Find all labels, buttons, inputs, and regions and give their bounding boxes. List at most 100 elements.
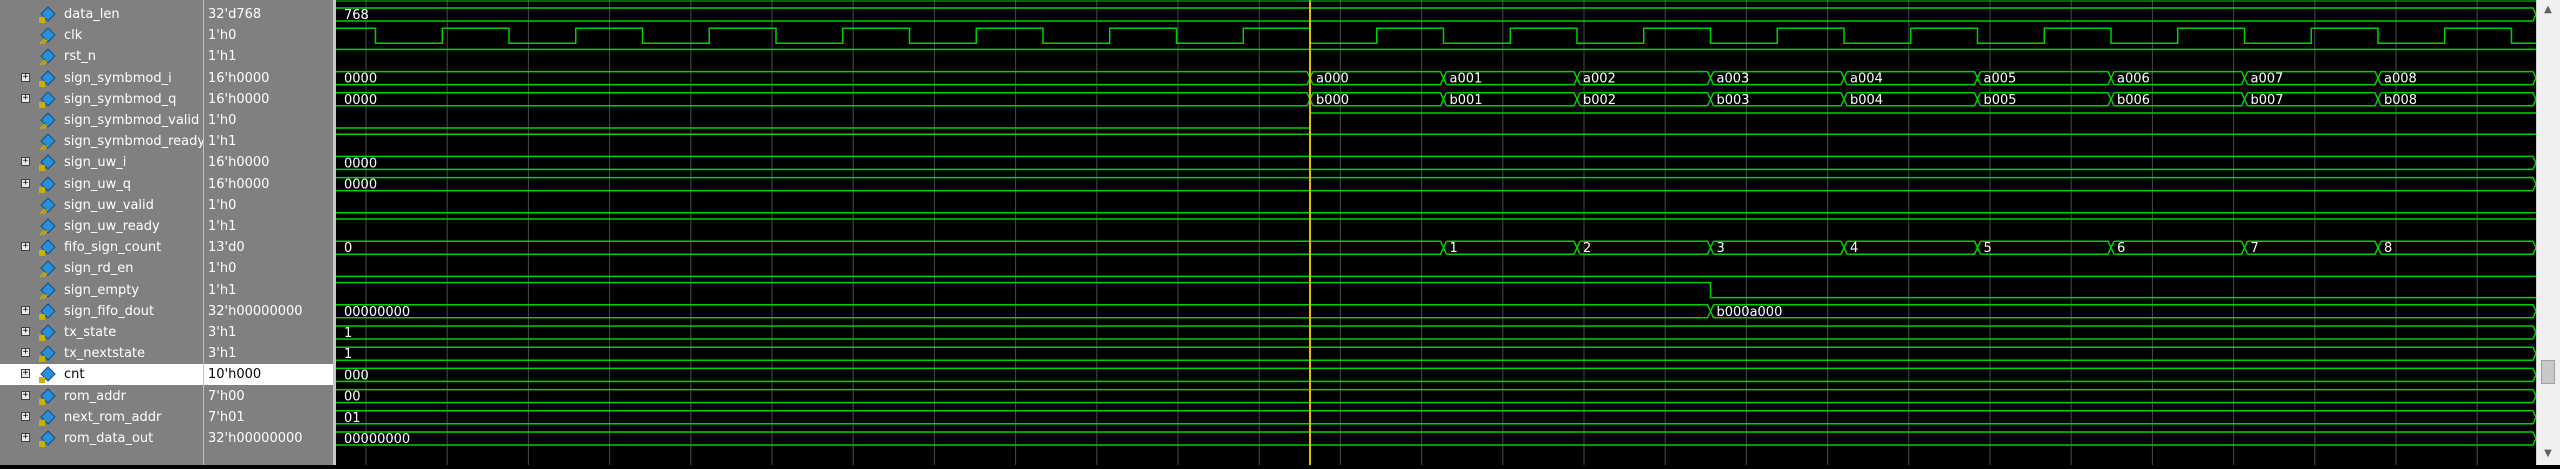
signal-row-next-rom-addr[interactable]: + next_rom_addr <box>0 407 203 428</box>
bit-signal-icon <box>39 281 58 300</box>
wave-label: 5 <box>1984 241 1992 256</box>
expand-icon[interactable]: + <box>21 348 30 358</box>
expand-icon[interactable]: + <box>21 305 30 315</box>
signal-row-clk[interactable]: clk <box>0 25 203 46</box>
bit-signal-icon <box>39 217 58 236</box>
signal-row-sign-uw-q[interactable]: + sign_uw_q <box>0 174 203 195</box>
wave-label: b003 <box>1717 93 1750 108</box>
wave-label: a003 <box>1717 72 1750 87</box>
signal-row-fifo-sign-count[interactable]: + fifo_sign_count <box>0 237 203 258</box>
wave-data-len[interactable]: 768 <box>336 7 2537 23</box>
signal-row-data-len[interactable]: data_len <box>0 4 203 25</box>
signal-row-rom-addr[interactable]: + rom_addr <box>0 386 203 407</box>
signal-name: sign_uw_ready <box>64 219 160 234</box>
wave-rom-addr[interactable]: 00 <box>336 388 2537 405</box>
signal-row-sign-uw-ready[interactable]: sign_uw_ready <box>0 216 203 237</box>
signal-value: 1'h1 <box>208 219 237 234</box>
expand-icon[interactable]: + <box>21 390 30 400</box>
wave-next-rom-addr[interactable]: 01 <box>336 410 2537 426</box>
signal-row-sign-symbmod-i[interactable]: + sign_symbmod_i <box>0 68 203 89</box>
scroll-thumb[interactable] <box>2541 360 2555 384</box>
wave-label: a002 <box>1583 72 1616 87</box>
signal-row-sign-symbmod-valid[interactable]: sign_symbmod_valid <box>0 110 203 131</box>
wave-label: a006 <box>2117 72 2150 87</box>
signal-value: 3'h1 <box>208 346 237 362</box>
signal-value: 16'h0000 <box>208 155 270 171</box>
wave-sign-symbmod-i[interactable]: 0000 a000 a001 a002 a003 a004 a005 a006 a007 a008 <box>336 70 2537 87</box>
expand-icon[interactable]: + <box>21 433 30 442</box>
wave-label: a004 <box>1850 72 1883 87</box>
wave-label: 01 <box>344 411 361 426</box>
signal-row-sign-fifo-dout[interactable]: + sign_fifo_dout <box>0 301 203 322</box>
signal-name: sign_symbmod_ready <box>64 134 206 150</box>
bus-signal-icon <box>39 408 58 427</box>
wave-sign-fifo-dout[interactable]: 00000000 b000a000 <box>336 304 2537 320</box>
signal-value: 16'h0000 <box>208 91 270 107</box>
expand-icon[interactable]: + <box>21 411 30 421</box>
signal-row-rst-n[interactable]: rst_n <box>0 46 203 67</box>
signal-name: sign_empty <box>64 282 140 298</box>
waveform-pane[interactable]: 768 0000 a000 a001 a002 a003 a004 a005 a006 a007 a… <box>336 0 2537 465</box>
wave-label: b008 <box>2384 93 2417 108</box>
wave-tx-state[interactable]: 1 <box>336 325 2537 341</box>
signal-row-sign-symbmod-ready[interactable]: sign_symbmod_ready <box>0 131 206 152</box>
signal-row-sign-empty[interactable]: sign_empty <box>0 280 203 301</box>
wave-sign-uw-q[interactable]: 0000 <box>336 176 2537 193</box>
signal-name: data_len <box>64 7 120 22</box>
signal-row-sign-uw-i[interactable]: + sign_uw_i <box>0 152 203 173</box>
expand-icon[interactable]: + <box>21 157 30 167</box>
bit-signal-icon <box>39 47 58 66</box>
signal-row-tx-nextstate[interactable]: + tx_nextstate <box>0 343 203 364</box>
bit-signal-icon <box>39 259 58 278</box>
signal-row-tx-state[interactable]: + tx_state <box>0 322 203 343</box>
signal-value: 16'h0000 <box>208 176 270 192</box>
signal-row-sign-uw-valid[interactable]: sign_uw_valid <box>0 195 203 216</box>
signal-name: sign_uw_valid <box>64 197 154 213</box>
wave-label: 00000000 <box>344 305 410 320</box>
expand-icon[interactable]: + <box>21 327 30 336</box>
wave-clk[interactable] <box>336 27 2536 44</box>
expand-icon[interactable]: + <box>21 242 30 252</box>
wave-sign-symbmod-valid[interactable] <box>336 112 2536 129</box>
wave-sign-uw-i[interactable]: 0000 <box>336 155 2537 171</box>
wave-sign-symbmod-q[interactable]: 0000 b000 b001 b002 b003 b004 b005 b006 b007 b008 <box>336 92 2537 108</box>
expand-icon[interactable]: + <box>21 93 30 103</box>
signal-row-rom-data-out[interactable]: + rom_data_out <box>0 428 203 449</box>
signal-name: rst_n <box>64 49 96 65</box>
signal-value: 7'h01 <box>208 409 245 425</box>
wave-fifo-sign-count[interactable]: 0 1 2 3 4 5 6 7 8 <box>336 240 2537 256</box>
wave-label: 2 <box>1583 241 1591 256</box>
bus-signal-icon <box>39 90 58 109</box>
signal-name: sign_fifo_dout <box>64 303 155 319</box>
wave-label: 1 <box>344 326 352 341</box>
wave-tx-nextstate[interactable]: 1 <box>336 346 2537 362</box>
wave-label: 00 <box>344 390 361 405</box>
signal-value: 32'd768 <box>208 7 262 22</box>
signal-value: 1'h1 <box>208 49 237 65</box>
wave-cnt[interactable]: 000 <box>336 367 2537 383</box>
signal-name: rom_data_out <box>64 431 154 446</box>
wave-label: 1 <box>344 347 352 362</box>
bus-signal-icon <box>39 387 58 406</box>
signal-row-sign-rd-en[interactable]: sign_rd_en <box>0 258 203 279</box>
wave-label: 0 <box>344 241 352 256</box>
signal-name: sign_uw_q <box>64 176 131 192</box>
signal-row-cnt[interactable]: + cnt <box>0 364 203 386</box>
expand-icon[interactable]: + <box>21 369 30 379</box>
wave-rom-data-out[interactable]: 00000000 <box>336 431 2537 447</box>
signal-name: sign_symbmod_q <box>64 91 177 107</box>
scroll-up-icon[interactable]: ▲ <box>2541 3 2555 17</box>
wave-label: 0000 <box>344 156 377 171</box>
wave-sign-empty[interactable] <box>336 281 2536 299</box>
wave-label: a001 <box>1450 72 1483 87</box>
expand-icon[interactable]: + <box>21 178 30 188</box>
wave-label: 4 <box>1850 241 1858 256</box>
signal-name: sign_uw_i <box>64 155 127 171</box>
expand-icon[interactable]: + <box>21 72 30 82</box>
signal-value: 1'h0 <box>208 197 237 213</box>
waveform-canvas[interactable]: 7680000 a000 a001 a002 a003 a004 a005 a006 a007 a… <box>336 0 2537 465</box>
signal-row-sign-symbmod-q[interactable]: + sign_symbmod_q <box>0 89 203 110</box>
vertical-scrollbar[interactable]: ▲ ▼ <box>2536 0 2560 465</box>
wave-label: b007 <box>2251 93 2284 108</box>
scroll-down-icon[interactable]: ▼ <box>2541 447 2555 461</box>
